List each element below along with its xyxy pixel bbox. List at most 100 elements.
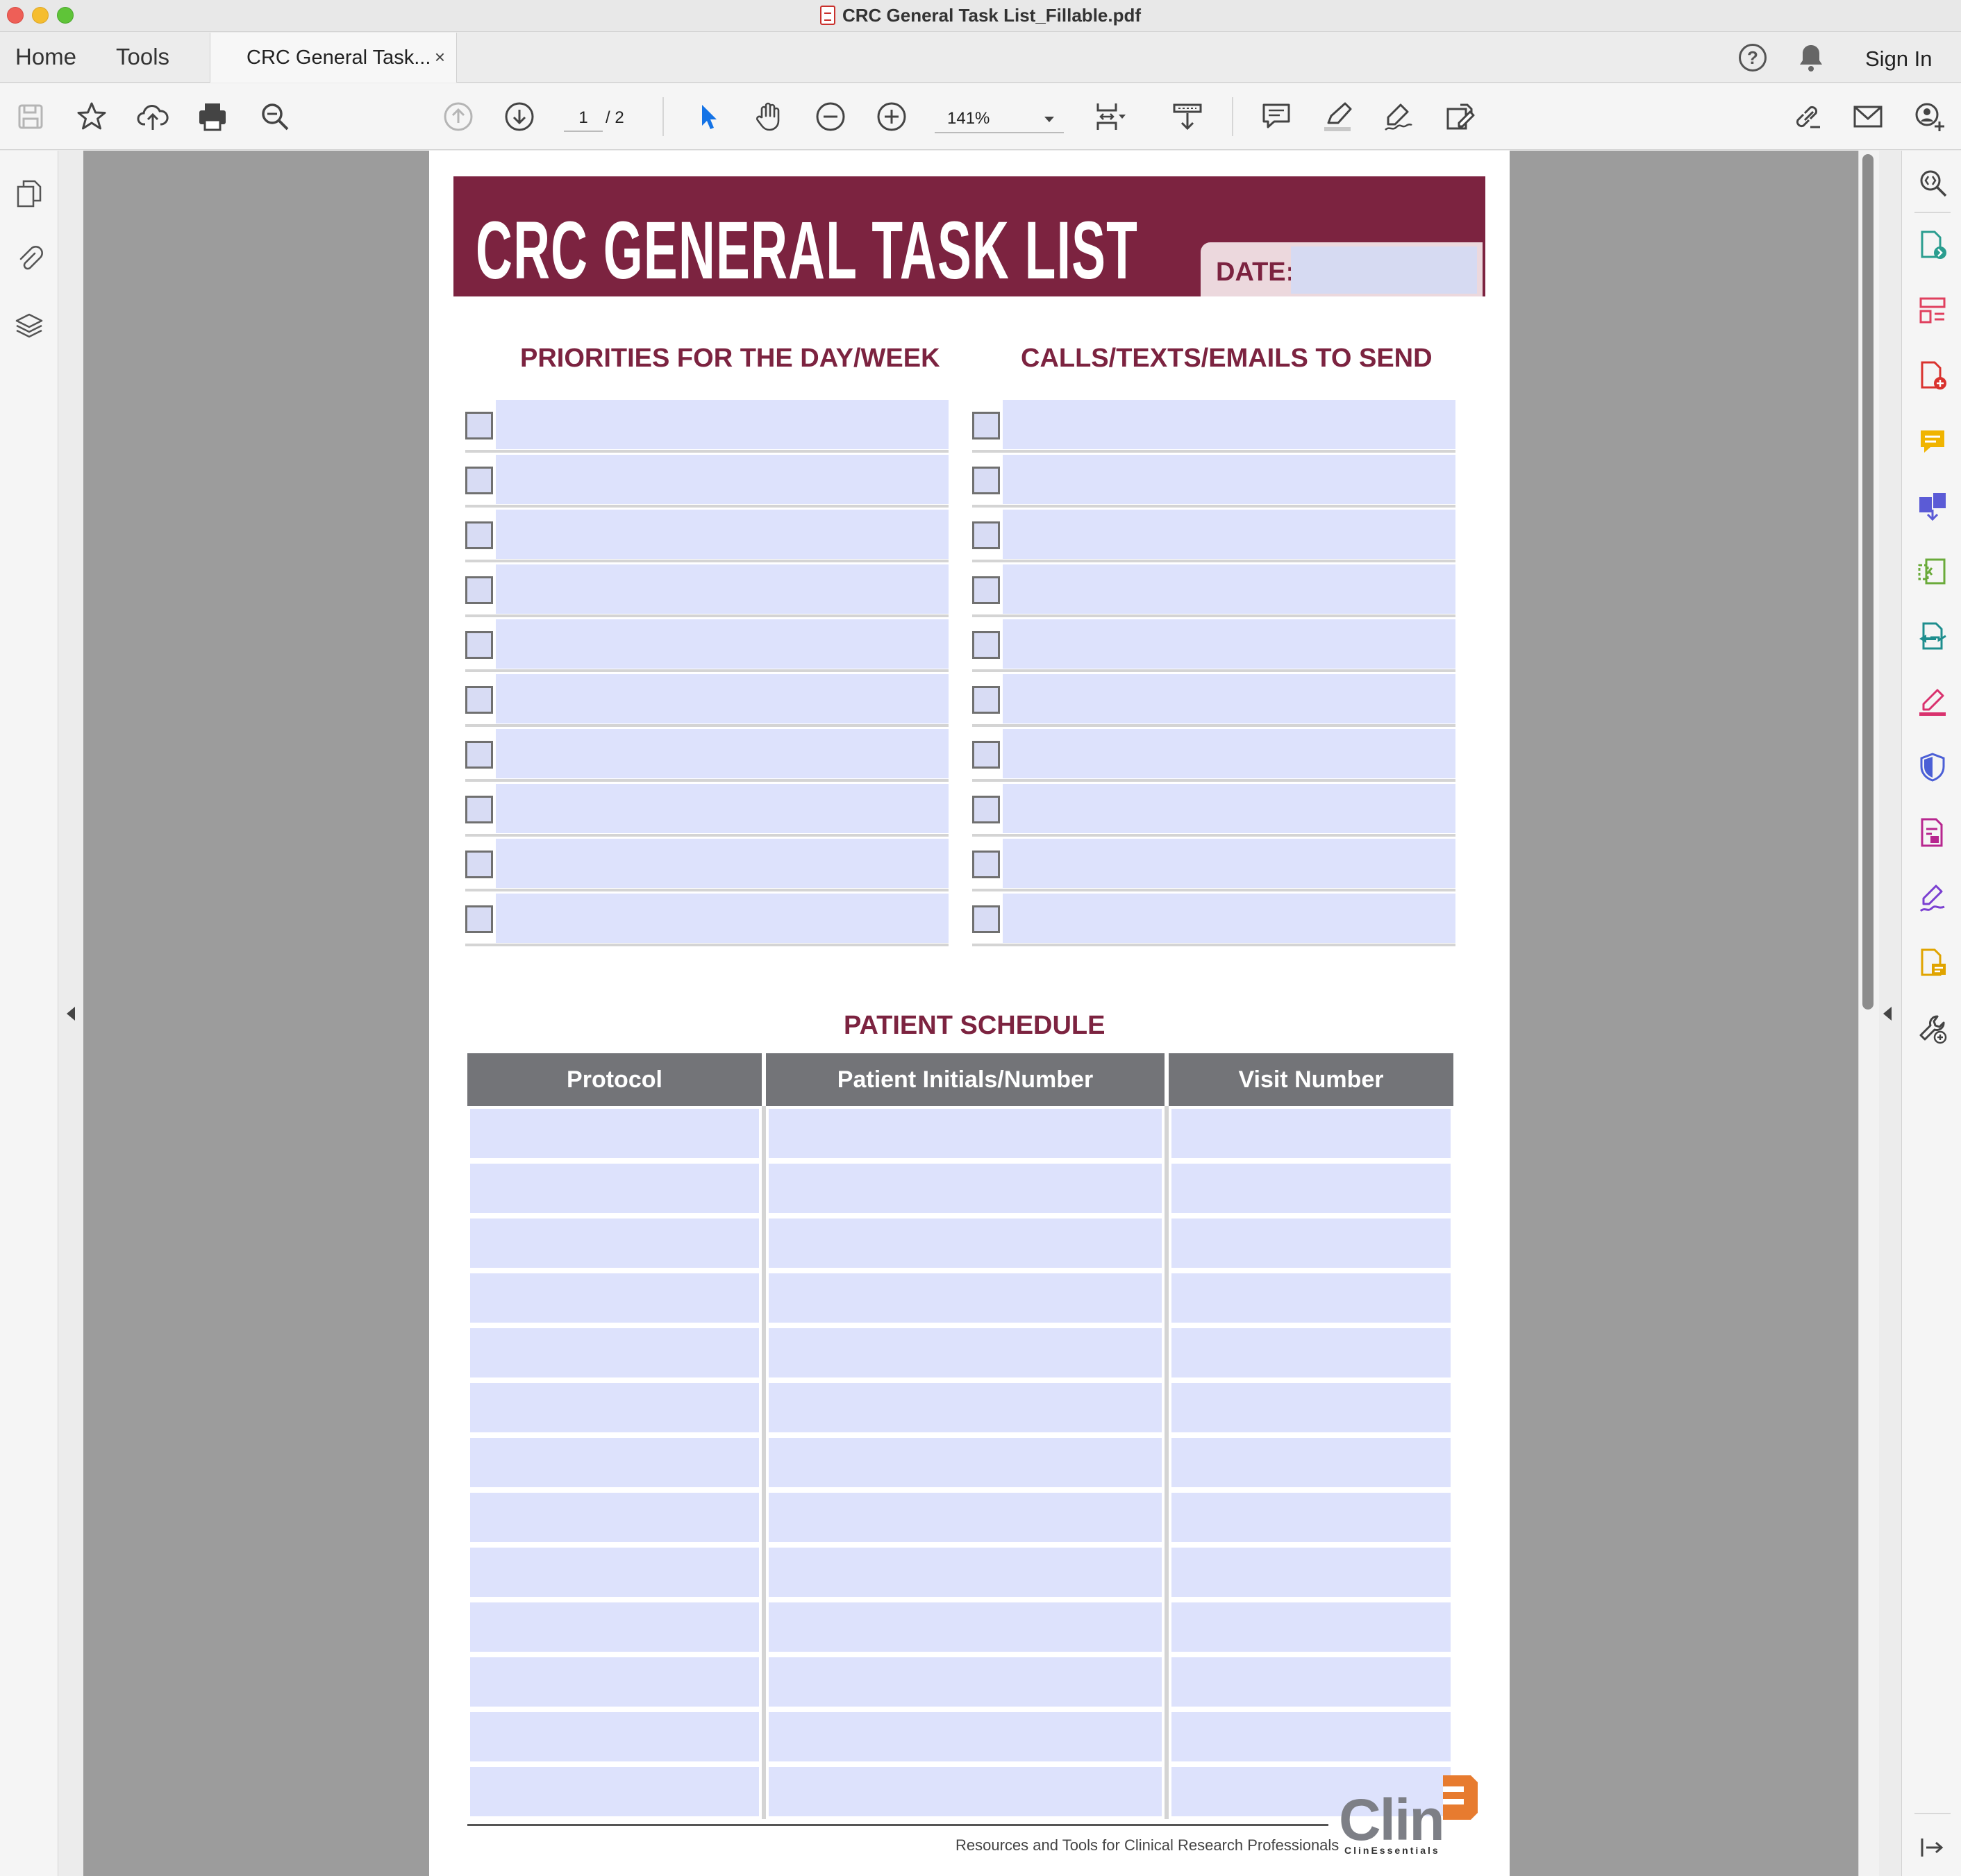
zoom-out-icon[interactable] xyxy=(811,97,850,136)
call-task-text-field[interactable] xyxy=(1003,564,1455,614)
call-task-text-field[interactable] xyxy=(1003,674,1455,723)
zoom-search-icon[interactable] xyxy=(1914,165,1951,201)
export-pdf-icon[interactable] xyxy=(1914,227,1951,263)
select-arrow-icon[interactable] xyxy=(689,97,728,136)
edit-pdf-icon[interactable] xyxy=(1440,97,1479,136)
priority-task-checkbox[interactable] xyxy=(465,741,493,769)
call-task-text-field[interactable] xyxy=(1003,455,1455,504)
protocol-field[interactable] xyxy=(470,1712,759,1761)
add-user-icon[interactable] xyxy=(1910,97,1949,136)
layers-icon[interactable] xyxy=(11,308,47,344)
protocol-field[interactable] xyxy=(470,1438,759,1487)
compress-icon[interactable] xyxy=(1914,553,1951,589)
fit-page-icon[interactable] xyxy=(1090,97,1129,136)
protocol-field[interactable] xyxy=(470,1602,759,1652)
more-tools-icon[interactable] xyxy=(1914,1010,1951,1046)
call-task-text-field[interactable] xyxy=(1003,784,1455,833)
patient-initials-field[interactable] xyxy=(769,1548,1162,1597)
visit-number-field[interactable] xyxy=(1171,1657,1451,1707)
protect-icon[interactable] xyxy=(1914,749,1951,785)
call-task-checkbox[interactable] xyxy=(972,412,1000,439)
priority-task-text-field[interactable] xyxy=(496,400,949,449)
visit-number-field[interactable] xyxy=(1171,1548,1451,1597)
create-pdf-icon[interactable] xyxy=(1914,358,1951,394)
visit-number-field[interactable] xyxy=(1171,1438,1451,1487)
call-task-checkbox[interactable] xyxy=(972,521,1000,549)
hand-tool-icon[interactable] xyxy=(750,97,789,136)
date-field[interactable] xyxy=(1291,246,1477,294)
send-for-review-icon[interactable] xyxy=(1914,619,1951,655)
protocol-field[interactable] xyxy=(470,1218,759,1268)
call-task-checkbox[interactable] xyxy=(972,905,1000,933)
print-icon[interactable] xyxy=(193,97,232,136)
attachment-icon[interactable] xyxy=(11,240,47,276)
protocol-field[interactable] xyxy=(470,1273,759,1323)
collapse-right-panel-icon[interactable] xyxy=(1883,1007,1892,1021)
visit-number-field[interactable] xyxy=(1171,1712,1451,1761)
protocol-field[interactable] xyxy=(470,1328,759,1377)
pages-icon[interactable] xyxy=(11,176,47,212)
call-task-text-field[interactable] xyxy=(1003,839,1455,888)
call-task-checkbox[interactable] xyxy=(972,851,1000,878)
combine-files-icon[interactable] xyxy=(1914,488,1951,524)
page-down-icon[interactable] xyxy=(500,97,539,136)
visit-number-field[interactable] xyxy=(1171,1383,1451,1432)
call-task-checkbox[interactable] xyxy=(972,741,1000,769)
notification-bell-icon[interactable] xyxy=(1797,42,1825,76)
priority-task-checkbox[interactable] xyxy=(465,686,493,714)
call-task-checkbox[interactable] xyxy=(972,686,1000,714)
patient-initials-field[interactable] xyxy=(769,1164,1162,1213)
redact-icon[interactable] xyxy=(1914,814,1951,851)
protocol-field[interactable] xyxy=(470,1767,759,1816)
priority-task-checkbox[interactable] xyxy=(465,905,493,933)
bookmark-star-icon[interactable] xyxy=(72,97,111,136)
search-zoom-icon[interactable] xyxy=(256,97,294,136)
visit-number-field[interactable] xyxy=(1171,1164,1451,1213)
priority-task-checkbox[interactable] xyxy=(465,576,493,604)
save-icon[interactable] xyxy=(11,97,50,136)
protocol-field[interactable] xyxy=(470,1493,759,1542)
fill-sign-icon[interactable] xyxy=(1914,684,1951,720)
priority-task-checkbox[interactable] xyxy=(465,467,493,494)
tab-close-icon[interactable]: × xyxy=(435,47,445,68)
priority-task-checkbox[interactable] xyxy=(465,796,493,823)
patient-initials-field[interactable] xyxy=(769,1657,1162,1707)
call-task-checkbox[interactable] xyxy=(972,576,1000,604)
zoom-in-icon[interactable] xyxy=(872,97,911,136)
protocol-field[interactable] xyxy=(470,1109,759,1158)
call-task-checkbox[interactable] xyxy=(972,796,1000,823)
share-link-icon[interactable] xyxy=(1787,97,1826,136)
call-task-text-field[interactable] xyxy=(1003,894,1455,943)
help-icon[interactable]: ? xyxy=(1739,44,1767,72)
highlight-icon[interactable] xyxy=(1318,97,1357,136)
priority-task-text-field[interactable] xyxy=(496,839,949,888)
collapse-panel-icon[interactable] xyxy=(1914,1829,1951,1866)
request-signature-icon[interactable] xyxy=(1914,880,1951,916)
priority-task-checkbox[interactable] xyxy=(465,631,493,659)
tab-home[interactable]: Home xyxy=(15,44,76,70)
visit-number-field[interactable] xyxy=(1171,1273,1451,1323)
priority-task-text-field[interactable] xyxy=(496,510,949,559)
scan-ocr-icon[interactable] xyxy=(1914,945,1951,981)
zoom-level-select[interactable]: 141% xyxy=(935,104,1064,133)
protocol-field[interactable] xyxy=(470,1164,759,1213)
patient-initials-field[interactable] xyxy=(769,1493,1162,1542)
comment-icon[interactable] xyxy=(1257,97,1296,136)
priority-task-checkbox[interactable] xyxy=(465,412,493,439)
patient-initials-field[interactable] xyxy=(769,1273,1162,1323)
call-task-text-field[interactable] xyxy=(1003,619,1455,669)
sign-icon[interactable] xyxy=(1379,97,1418,136)
call-task-text-field[interactable] xyxy=(1003,510,1455,559)
priority-task-text-field[interactable] xyxy=(496,674,949,723)
visit-number-field[interactable] xyxy=(1171,1328,1451,1377)
visit-number-field[interactable] xyxy=(1171,1218,1451,1268)
tab-document[interactable]: CRC General Task... × xyxy=(210,33,457,83)
priority-task-checkbox[interactable] xyxy=(465,851,493,878)
visit-number-field[interactable] xyxy=(1171,1493,1451,1542)
patient-initials-field[interactable] xyxy=(769,1109,1162,1158)
scroll-mode-icon[interactable] xyxy=(1168,97,1207,136)
visit-number-field[interactable] xyxy=(1171,1109,1451,1158)
protocol-field[interactable] xyxy=(470,1548,759,1597)
protocol-field[interactable] xyxy=(470,1657,759,1707)
priority-task-text-field[interactable] xyxy=(496,784,949,833)
